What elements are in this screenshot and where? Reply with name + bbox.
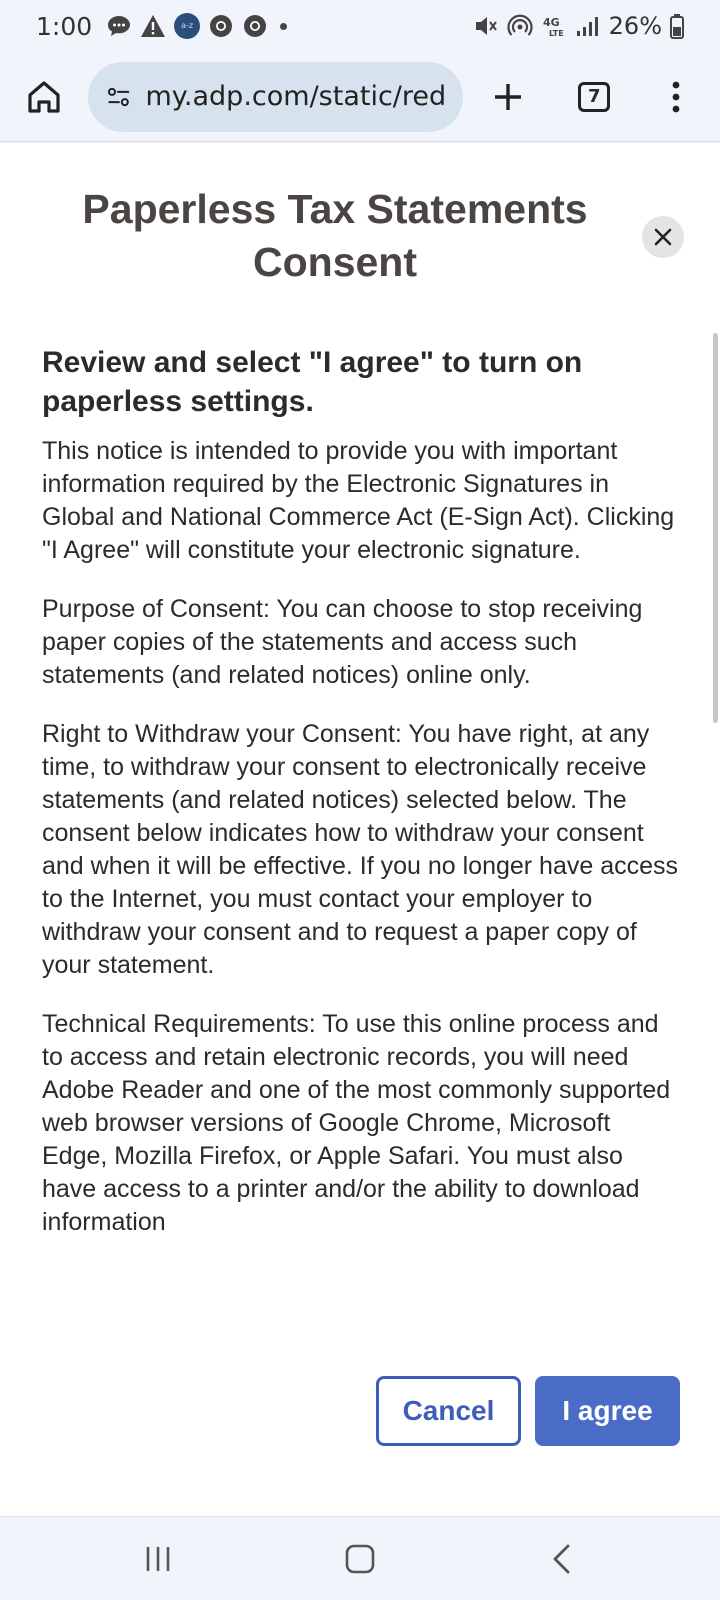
consent-paragraph: Purpose of Consent: You can choose to st… [42,595,643,689]
back-button[interactable] [542,1539,582,1579]
plus-icon [495,83,522,110]
svg-text:LTE: LTE [549,29,564,38]
scrollbar[interactable] [713,333,718,723]
modal-actions: Cancel I agree [0,1376,720,1448]
signal-icon [575,13,601,39]
amazon-a-to-z-icon: a-z [174,13,201,39]
recent-apps-icon [146,1547,170,1571]
more-vertical-icon [672,81,680,112]
hotspot-icon [507,13,533,39]
chrome-icon [242,13,268,39]
mute-icon [473,13,499,39]
site-settings-icon[interactable] [106,83,132,111]
more-menu-button[interactable] [652,73,700,121]
tab-switcher-button[interactable]: 7 [570,73,618,121]
consent-paragraph: Technical Requirements: To use this onli… [42,1010,671,1236]
url-text[interactable]: my.adp.com/static/redbox [145,81,444,112]
navigation-bar [0,1516,720,1600]
consent-modal: Paperless Tax Statements Consent Review … [0,143,720,1516]
battery-percentage: 26% [608,12,662,40]
consent-paragraph: Right to Withdraw your Consent: You have… [42,720,679,979]
url-bar[interactable]: my.adp.com/static/redbox [87,61,463,132]
dot-icon [280,22,288,30]
status-bar: 1:00 a-z 4G LTE 26% [0,0,720,52]
consent-content: Review and select "I agree" to turn on p… [42,343,682,1498]
4g-lte-icon: 4G LTE [541,13,567,39]
status-right: 4G LTE 26% [473,12,684,40]
consent-heading: Review and select "I agree" to turn on p… [42,346,583,418]
close-button[interactable] [642,216,684,258]
browser-toolbar: my.adp.com/static/redbox 7 [0,52,720,142]
status-time: 1:00 [36,11,93,41]
warning-icon [140,13,166,39]
back-icon [553,1544,570,1574]
message-icon [106,13,132,39]
chrome-icon [208,13,234,39]
consent-paragraph: This notice is intended to provide you w… [42,437,675,564]
home-nav-button[interactable] [340,1539,380,1579]
tab-count: 7 [578,81,611,112]
new-tab-button[interactable] [485,73,533,121]
svg-text:4G: 4G [543,16,560,29]
battery-icon [670,13,684,39]
cancel-button[interactable]: Cancel [376,1376,521,1446]
status-left: 1:00 a-z [36,11,288,41]
home-icon [28,80,60,113]
agree-button[interactable]: I agree [535,1376,680,1446]
recent-apps-button[interactable] [138,1539,178,1579]
home-nav-icon [345,1544,375,1574]
home-button[interactable] [20,73,68,121]
close-icon [654,228,672,246]
modal-title: Paperless Tax Statements Consent [82,186,588,285]
